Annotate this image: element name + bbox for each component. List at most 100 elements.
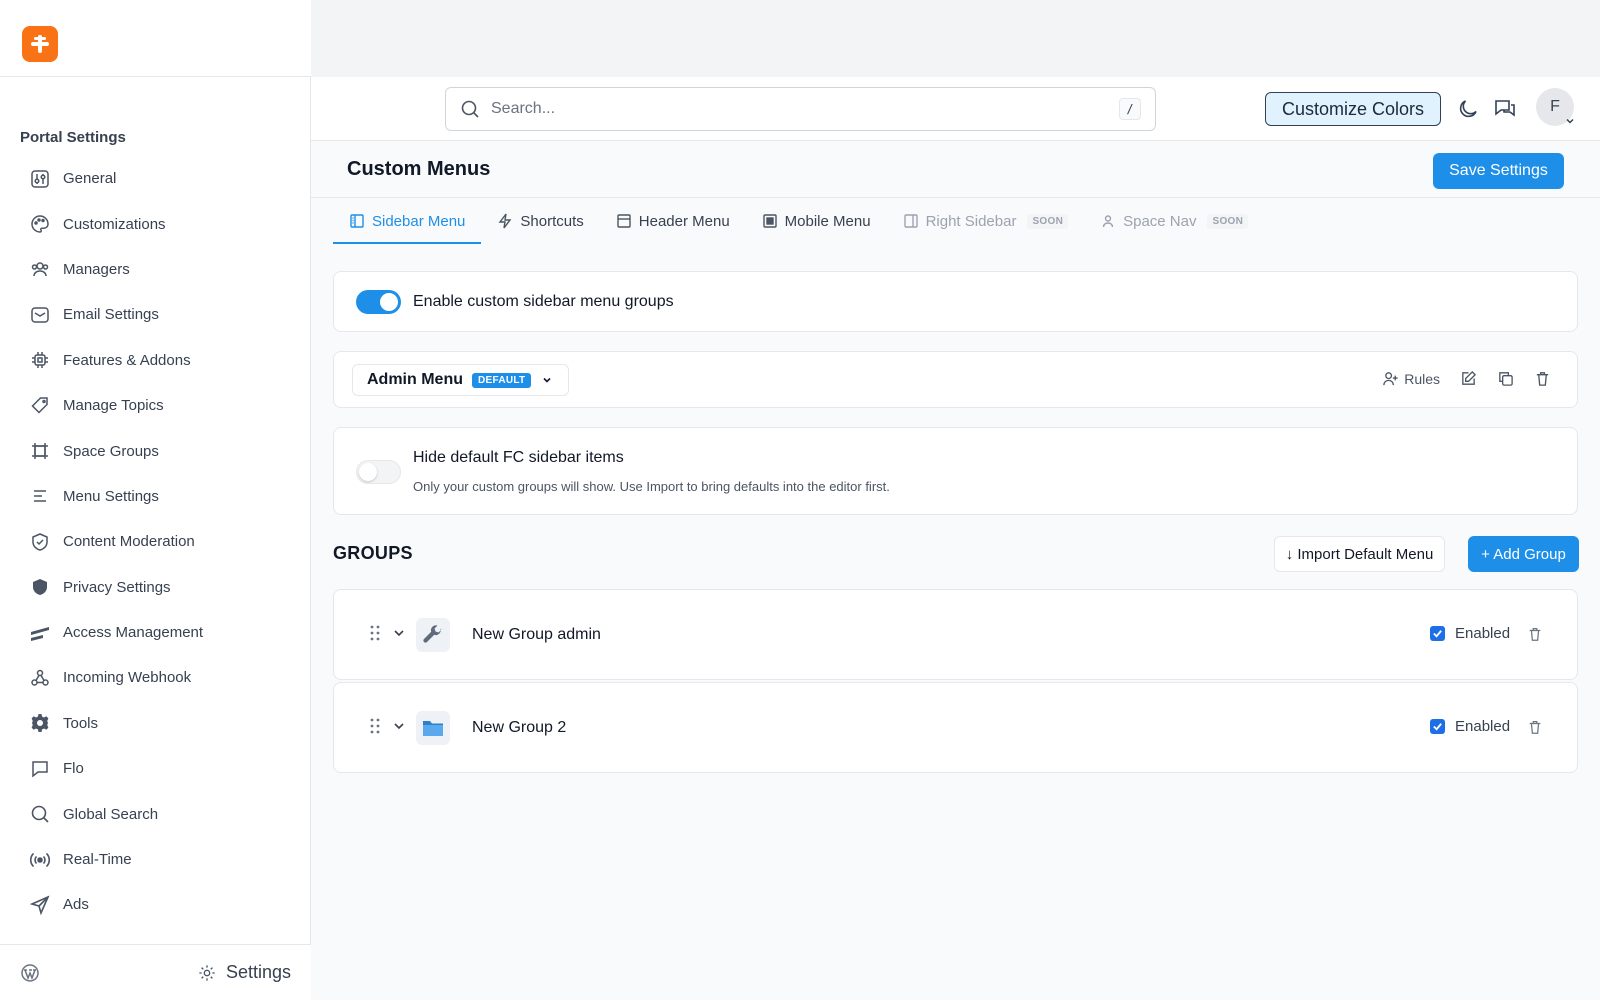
- app-logo[interactable]: [22, 26, 58, 62]
- user-avatar[interactable]: F: [1536, 88, 1574, 126]
- checkbox-checked-icon[interactable]: [1430, 719, 1445, 734]
- enabled-label: Enabled: [1455, 625, 1511, 642]
- right-sidebar-layout-icon: [903, 214, 918, 228]
- tab-header-menu[interactable]: Header Menu: [600, 198, 746, 244]
- sidebar-item-privacy-settings[interactable]: Privacy Settings: [0, 565, 311, 610]
- sidebar-item-real-time[interactable]: Real-Time: [0, 837, 311, 882]
- sidebar-item-tools[interactable]: Tools: [0, 701, 311, 746]
- moon-icon[interactable]: [1456, 97, 1480, 121]
- customize-colors-button[interactable]: Customize Colors: [1265, 92, 1441, 126]
- sidebar: Portal Settings General Customizations M…: [0, 64, 311, 1000]
- sidebar-item-incoming-webhook[interactable]: Incoming Webhook: [0, 655, 311, 700]
- wrench-icon[interactable]: [416, 618, 450, 652]
- palette-icon: [29, 213, 51, 235]
- group-name[interactable]: New Group admin: [472, 626, 601, 644]
- tab-space-nav[interactable]: Space Nav SOON: [1084, 198, 1264, 244]
- send-icon: [29, 894, 51, 916]
- tab-shortcuts[interactable]: Shortcuts: [481, 198, 599, 244]
- mail-icon: [29, 304, 51, 326]
- settings-link[interactable]: Settings: [198, 962, 291, 983]
- sidebar-item-features-addons[interactable]: Features & Addons: [0, 338, 311, 383]
- settings-label: Settings: [225, 962, 291, 982]
- search-icon: [29, 803, 51, 825]
- sidebar-item-label: Content Moderation: [63, 533, 195, 551]
- hide-default-description: Only your custom groups will show. Use I…: [413, 479, 890, 494]
- trash-icon[interactable]: [1527, 719, 1543, 735]
- search-input[interactable]: Search... /: [445, 87, 1156, 131]
- add-group-button[interactable]: + Add Group: [1468, 536, 1579, 572]
- sidebar-item-label: Customizations: [63, 215, 166, 233]
- save-settings-button[interactable]: Save Settings: [1433, 153, 1564, 189]
- sidebar-item-ads[interactable]: Ads: [0, 882, 311, 927]
- delete-menu-button[interactable]: [1534, 370, 1551, 387]
- sidebar-item-label: Tools: [63, 714, 99, 732]
- tag-icon: [29, 395, 51, 417]
- frame-icon: [29, 440, 51, 462]
- sidebar-item-label: Real-Time: [63, 851, 132, 869]
- rules-button[interactable]: Rules: [1382, 370, 1440, 387]
- shield-icon: [29, 576, 51, 598]
- import-default-menu-button[interactable]: ↓ Import Default Menu: [1274, 536, 1445, 572]
- wordpress-icon[interactable]: [20, 963, 40, 983]
- sidebar-item-customizations[interactable]: Customizations: [0, 201, 311, 246]
- enabled-label: Enabled: [1455, 718, 1511, 735]
- checkbox-checked-icon[interactable]: [1430, 626, 1445, 641]
- tab-label: Header Menu: [638, 212, 730, 230]
- sidebar-item-space-groups[interactable]: Space Groups: [0, 428, 311, 473]
- drag-handle-icon[interactable]: [368, 624, 382, 642]
- chevron-down-icon[interactable]: [392, 719, 406, 733]
- menu-select-dropdown[interactable]: Admin Menu DEFAULT: [352, 364, 570, 396]
- messages-icon[interactable]: [1493, 97, 1517, 121]
- sidebar-item-content-moderation[interactable]: Content Moderation: [0, 519, 311, 564]
- sidebar-item-access-management[interactable]: Access Management: [0, 610, 311, 655]
- sidebar-item-label: Space Groups: [63, 442, 159, 460]
- sidebar-item-global-search[interactable]: Global Search: [0, 791, 311, 836]
- duplicate-menu-button[interactable]: [1497, 370, 1514, 387]
- webhook-icon: [29, 667, 51, 689]
- group-enabled-toggle[interactable]: Enabled: [1430, 718, 1510, 735]
- enable-groups-label: Enable custom sidebar menu groups: [413, 293, 674, 310]
- enable-groups-toggle[interactable]: [356, 290, 401, 314]
- hide-default-toggle[interactable]: [356, 460, 401, 484]
- copy-icon: [1499, 372, 1513, 386]
- tab-right-sidebar[interactable]: Right Sidebar SOON: [887, 198, 1085, 244]
- soon-badge: SOON: [1027, 213, 1069, 229]
- group-row: New Group admin Enabled: [333, 589, 1578, 680]
- sidebar-item-label: General: [63, 170, 117, 188]
- tab-label: Shortcuts: [520, 212, 584, 230]
- default-badge: DEFAULT: [472, 372, 532, 388]
- group-name[interactable]: New Group 2: [472, 719, 566, 737]
- main-content: Custom Menus Save Settings Sidebar Menu …: [311, 141, 1600, 1000]
- tab-label: Right Sidebar: [925, 212, 1017, 230]
- folder-icon[interactable]: [416, 711, 450, 745]
- edit-menu-button[interactable]: [1460, 370, 1477, 387]
- sidebar-item-menu-settings[interactable]: Menu Settings: [0, 474, 311, 519]
- sidebar-item-manage-topics[interactable]: Manage Topics: [0, 383, 311, 428]
- menu-tabs: Sidebar Menu Shortcuts Header Menu Mobil…: [333, 198, 1264, 244]
- sidebar-section-title: Portal Settings: [20, 129, 126, 146]
- page-title: Custom Menus: [347, 158, 491, 180]
- search-icon: [461, 100, 479, 118]
- chevron-down-icon[interactable]: [392, 626, 406, 640]
- hide-default-title: Hide default FC sidebar items: [413, 449, 624, 466]
- mobile-layout-icon: [762, 214, 777, 228]
- gear-icon: [199, 964, 215, 981]
- tab-mobile-menu[interactable]: Mobile Menu: [746, 198, 887, 244]
- sidebar-item-managers[interactable]: Managers: [0, 247, 311, 292]
- sidebar-item-email-settings[interactable]: Email Settings: [0, 292, 311, 337]
- hide-default-card: Hide default FC sidebar items Only your …: [333, 427, 1578, 515]
- title-bar: Custom Menus Save Settings: [311, 141, 1600, 198]
- group-enabled-toggle[interactable]: Enabled: [1430, 625, 1510, 642]
- sidebar-item-label: Manage Topics: [63, 397, 164, 415]
- search-placeholder: Search...: [491, 100, 556, 117]
- sidebar-item-label: Features & Addons: [63, 351, 191, 369]
- sidebar-item-flo[interactable]: Flo: [0, 746, 311, 791]
- drag-handle-icon[interactable]: [368, 717, 382, 735]
- chevron-down-icon: [1566, 118, 1574, 124]
- logo-bar: [0, 0, 311, 77]
- sidebar-item-general[interactable]: General: [0, 156, 311, 201]
- enable-groups-card: Enable custom sidebar menu groups: [333, 271, 1578, 332]
- tab-sidebar-menu[interactable]: Sidebar Menu: [333, 198, 482, 244]
- search-shortcut-key: /: [1119, 98, 1141, 120]
- trash-icon[interactable]: [1527, 626, 1543, 642]
